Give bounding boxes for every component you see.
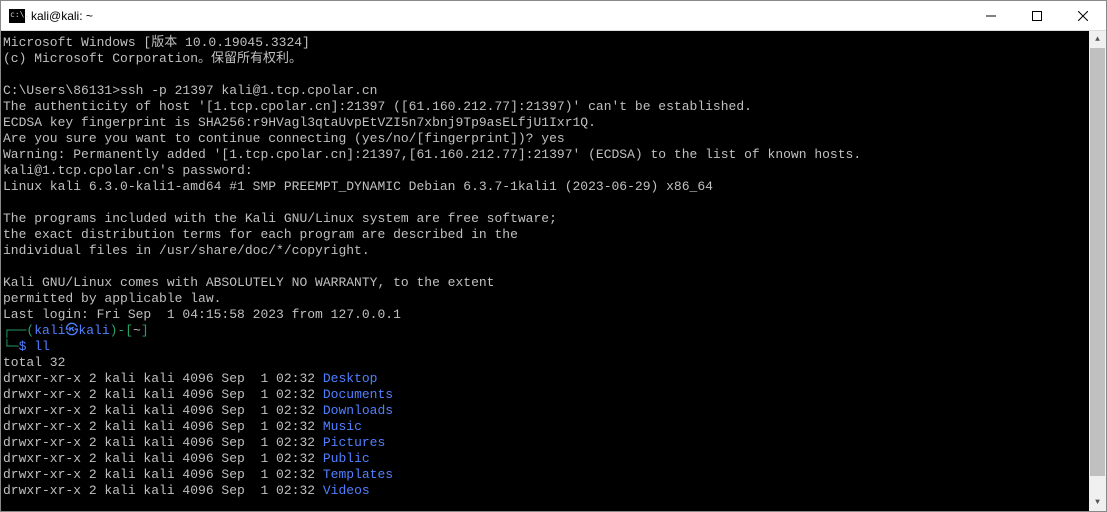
ls-perms: drwxr-xr-x 2 kali kali 4096 Sep 1 02:32 xyxy=(3,483,323,498)
window-title: kali@kali: ~ xyxy=(31,9,968,23)
text-line: ECDSA key fingerprint is SHA256:r9HVagl3… xyxy=(3,115,596,130)
maximize-icon xyxy=(1032,11,1042,21)
prompt-corner: ┌──( xyxy=(3,323,34,338)
minimize-icon xyxy=(986,11,996,21)
ls-perms: drwxr-xr-x 2 kali kali 4096 Sep 1 02:32 xyxy=(3,451,323,466)
app-icon xyxy=(9,9,25,23)
prompt-sep: )-[ xyxy=(110,323,133,338)
scroll-thumb[interactable] xyxy=(1090,48,1105,476)
ls-dirname: Public xyxy=(323,451,370,466)
ls-perms: drwxr-xr-x 2 kali kali 4096 Sep 1 02:32 xyxy=(3,387,323,402)
ls-row: drwxr-xr-x 2 kali kali 4096 Sep 1 02:32 … xyxy=(3,451,370,466)
terminal-window: kali@kali: ~ Microsoft Windows [版本 10.0.… xyxy=(0,0,1107,512)
ls-row: drwxr-xr-x 2 kali kali 4096 Sep 1 02:32 … xyxy=(3,435,385,450)
prompt-dollar: $ xyxy=(19,339,35,354)
text-line: total 32 xyxy=(3,355,65,370)
prompt-corner2: └─ xyxy=(3,339,19,354)
ls-dirname: Desktop xyxy=(323,371,378,386)
minimize-button[interactable] xyxy=(968,1,1014,30)
scroll-track[interactable] xyxy=(1089,48,1106,494)
window-controls xyxy=(968,1,1106,30)
text-line: The programs included with the Kali GNU/… xyxy=(3,211,557,226)
command-input: ll xyxy=(34,339,50,354)
ls-row: drwxr-xr-x 2 kali kali 4096 Sep 1 02:32 … xyxy=(3,387,393,402)
ls-row: drwxr-xr-x 2 kali kali 4096 Sep 1 02:32 … xyxy=(3,403,393,418)
scroll-up-button[interactable]: ▲ xyxy=(1089,31,1106,48)
text-line: permitted by applicable law. xyxy=(3,291,221,306)
text-line: Linux kali 6.3.0-kali1-amd64 #1 SMP PREE… xyxy=(3,179,713,194)
scrollbar[interactable]: ▲ ▼ xyxy=(1089,31,1106,511)
text-line: C:\Users\86131>ssh -p 21397 kali@1.tcp.c… xyxy=(3,83,377,98)
text-line: Warning: Permanently added '[1.tcp.cpola… xyxy=(3,147,861,162)
prompt-path: ~ xyxy=(133,323,141,338)
ls-perms: drwxr-xr-x 2 kali kali 4096 Sep 1 02:32 xyxy=(3,467,323,482)
ls-row: drwxr-xr-x 2 kali kali 4096 Sep 1 02:32 … xyxy=(3,467,393,482)
text-line: Last login: Fri Sep 1 04:15:58 2023 from… xyxy=(3,307,401,322)
ls-row: drwxr-xr-x 2 kali kali 4096 Sep 1 02:32 … xyxy=(3,371,377,386)
ls-perms: drwxr-xr-x 2 kali kali 4096 Sep 1 02:32 xyxy=(3,419,323,434)
ls-dirname: Music xyxy=(323,419,362,434)
prompt-end: ] xyxy=(141,323,149,338)
ls-dirname: Videos xyxy=(323,483,370,498)
ls-dirname: Downloads xyxy=(323,403,393,418)
ls-perms: drwxr-xr-x 2 kali kali 4096 Sep 1 02:32 xyxy=(3,403,323,418)
ls-perms: drwxr-xr-x 2 kali kali 4096 Sep 1 02:32 xyxy=(3,435,323,450)
ls-dirname: Templates xyxy=(323,467,393,482)
text-line: the exact distribution terms for each pr… xyxy=(3,227,518,242)
maximize-button[interactable] xyxy=(1014,1,1060,30)
ls-row: drwxr-xr-x 2 kali kali 4096 Sep 1 02:32 … xyxy=(3,483,370,498)
text-line: Microsoft Windows [版本 10.0.19045.3324] xyxy=(3,35,310,50)
close-button[interactable] xyxy=(1060,1,1106,30)
titlebar[interactable]: kali@kali: ~ xyxy=(1,1,1106,31)
ls-perms: drwxr-xr-x 2 kali kali 4096 Sep 1 02:32 xyxy=(3,371,323,386)
terminal-output[interactable]: Microsoft Windows [版本 10.0.19045.3324] (… xyxy=(1,31,1089,511)
terminal-area: Microsoft Windows [版本 10.0.19045.3324] (… xyxy=(1,31,1106,511)
scroll-down-button[interactable]: ▼ xyxy=(1089,494,1106,511)
prompt-user: kali㉿kali xyxy=(34,323,109,338)
ls-dirname: Pictures xyxy=(323,435,385,450)
text-line: individual files in /usr/share/doc/*/cop… xyxy=(3,243,370,258)
text-line: The authenticity of host '[1.tcp.cpolar.… xyxy=(3,99,752,114)
text-line: kali@1.tcp.cpolar.cn's password: xyxy=(3,163,253,178)
ls-row: drwxr-xr-x 2 kali kali 4096 Sep 1 02:32 … xyxy=(3,419,362,434)
text-line: Kali GNU/Linux comes with ABSOLUTELY NO … xyxy=(3,275,494,290)
text-line: Are you sure you want to continue connec… xyxy=(3,131,565,146)
close-icon xyxy=(1078,11,1088,21)
text-line: (c) Microsoft Corporation。保留所有权利。 xyxy=(3,51,302,66)
ls-dirname: Documents xyxy=(323,387,393,402)
